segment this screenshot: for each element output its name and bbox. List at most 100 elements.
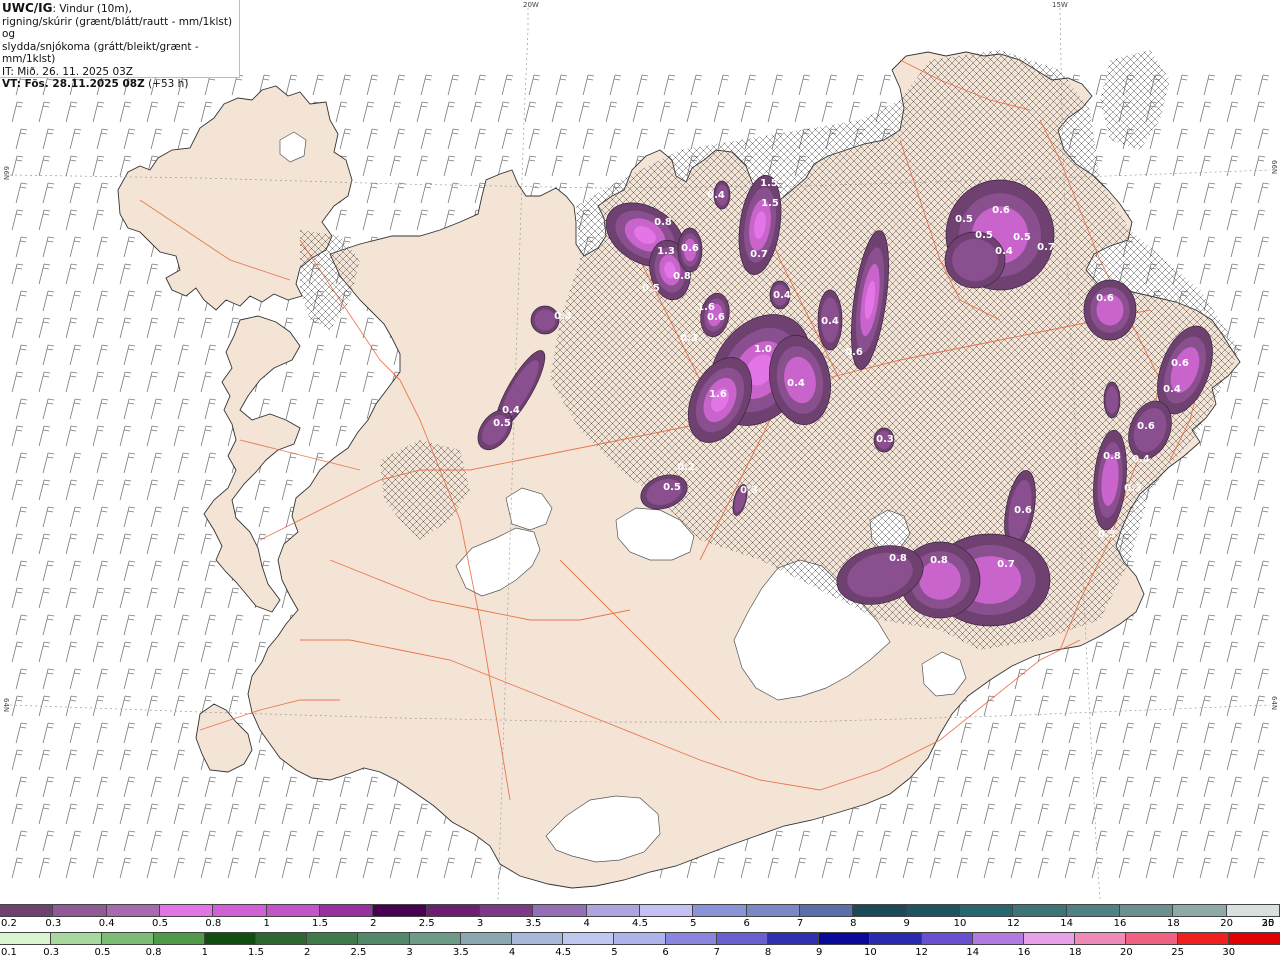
legend-swatch [319,905,374,916]
legend-tick-label: 18 [1166,918,1180,929]
snow-area-19-level-1 [952,238,998,282]
legend-swatch [1066,905,1120,916]
legend-swatch [1024,933,1076,944]
legend-tick-label: 30 [1222,947,1236,958]
legend-swatch [1075,933,1127,944]
lon-label-15w: 15W [1052,1,1068,9]
legend-swatch [153,933,205,944]
legend-swatch [512,933,564,944]
legend-tick-label: 1 [263,918,270,929]
legend-tick-label: 16 [1017,947,1031,958]
legend-tick-label: 5 [611,947,618,958]
precip-value-label: 0.3 [740,485,758,496]
issue-time: IT: Mið. 26. 11. 2025 03Z [2,65,133,78]
legend-tick-label: 14 [1060,918,1074,929]
precip-value-label: 0.6 [707,312,725,323]
precip-value-label: 0.3 [876,434,894,445]
precip-value-label: 1.6 [697,302,715,313]
precip-value-label: 0.4 [502,405,520,416]
legend-tick-label: 14 [966,947,980,958]
weather-map: 0.8 1.3 0.6 0.8 0.5 0.4 1.5 0.7 1.5 0.4 0.6 1.6 1.0 0… [0,0,1280,903]
legend-swatch [51,933,103,944]
legend-tick-label: 0.5 [94,947,111,958]
legend-tick-label: 18 [1068,947,1082,958]
precip-value-label: 0.4 [995,246,1013,257]
legend-tick-label: 0.3 [43,947,60,958]
legend-tick-label: 4.5 [632,918,648,929]
snow-colorbar-labels: 0.2 0.3 0.4 0.5 0.8 1 1.5 2 2.5 3 3.5 4 4.5 5 6 7 8 9 10 12… [0,918,1280,930]
precip-value-label: 0.8 [673,271,691,282]
color-legend: 0.2 0.3 0.4 0.5 0.8 1 1.5 2 2.5 3 3.5 4 4.5 5 6 7 8 9 10 12… [0,903,1280,960]
precip-value-label: 0.6 [1096,293,1114,304]
precip-value-label: 1.3 [657,246,675,257]
precip-value-label: 0.5 [642,283,660,294]
legend-tick-label: 5 [690,918,697,929]
legend-swatch [693,905,747,916]
legend-swatch [0,933,52,944]
valid-time: VT: Fös. 28.11.2025 08Z [2,78,145,90]
precip-value-label: 0.7 [750,249,768,260]
precip-value-label: 1.0 [754,344,772,355]
legend-tick-label: 7 [713,947,720,958]
legend-swatch [256,933,308,944]
legend-tick-label: 1.5 [248,947,264,958]
legend-tick-label: 9 [903,918,910,929]
legend-swatch [716,933,769,944]
legend-tick-label: 10 [953,918,967,929]
legend-swatch [1126,933,1178,944]
precip-value-label: 0.8 [889,553,907,564]
legend-swatch [1226,905,1280,916]
legend-tick-label: 3 [406,947,413,958]
legend-swatch [307,933,359,944]
legend-tick-label: 3.5 [452,947,469,958]
legend-swatch [959,905,1014,916]
lat-label-66n-left: 66N [2,166,10,181]
snow-area-22-level-1 [1105,386,1119,414]
legend-tick-label: 0.1 [1,947,17,958]
legend-swatch [409,933,461,944]
precip-value-label: 0.6 [681,243,699,254]
legend-tick-label: 9 [816,947,823,958]
precip-value-label: 0.6 [1171,358,1189,369]
legend-swatch [460,933,513,944]
legend-tick-label: 0.2 [1,918,17,929]
precip-value-label: 0.5 [663,482,681,493]
legend-tick-label: 12 [1006,918,1020,929]
precip-value-label: 0.5 [1013,232,1031,243]
precip-value-label: 1.6 [709,389,727,400]
legend-swatch [213,905,267,916]
legend-swatch [639,905,694,916]
legend-tick-label: 3 [476,918,484,929]
legend-swatch [159,905,214,916]
title-line-1: UWC/IG: Vindur (10m), [2,2,239,16]
precip-value-label: 1.5 [760,178,778,189]
legend-tick-label: 2 [370,918,377,929]
precip-value-label: 0.6 [1014,505,1032,516]
valid-time-line: VT: Fös. 28.11.2025 08Z (+53 h) [2,78,239,91]
precip-value-label: 0.5 [975,230,993,241]
legend-tick-label: 3.5 [525,918,542,929]
model-name: UWC/IG [2,1,53,15]
legend-swatch [1173,905,1227,916]
precip-value-label: 0.4 [773,290,791,301]
legend-tick-label: 20 [1120,947,1133,958]
precip-value-label: 0.4 [1163,384,1181,395]
legend-tick-label: 6 [662,947,669,958]
precip-value-label: 0.8 [654,217,672,228]
legend-swatch [106,905,160,916]
legend-tick-label: 16 [1113,918,1127,929]
legend-swatch [586,905,640,916]
legend-swatch [972,933,1025,944]
legend-swatch [768,933,820,944]
precip-value-label: 0.6 [992,205,1010,216]
lon-label-20w: 20W [523,1,539,9]
map-title-box: UWC/IG: Vindur (10m), rigning/skúrir (gr… [0,0,240,90]
title-line-1-rest: : Vindur (10m), [52,3,132,15]
legend-swatch [204,933,257,944]
precip-value-label: 0.6 [845,347,863,358]
legend-swatch [870,933,922,944]
precip-value-label: 0.4 [1132,454,1150,465]
legend-tick-label: 1 [201,947,208,958]
legend-tick-label: 8 [850,918,857,929]
precip-value-label: 0.8 [930,555,948,566]
